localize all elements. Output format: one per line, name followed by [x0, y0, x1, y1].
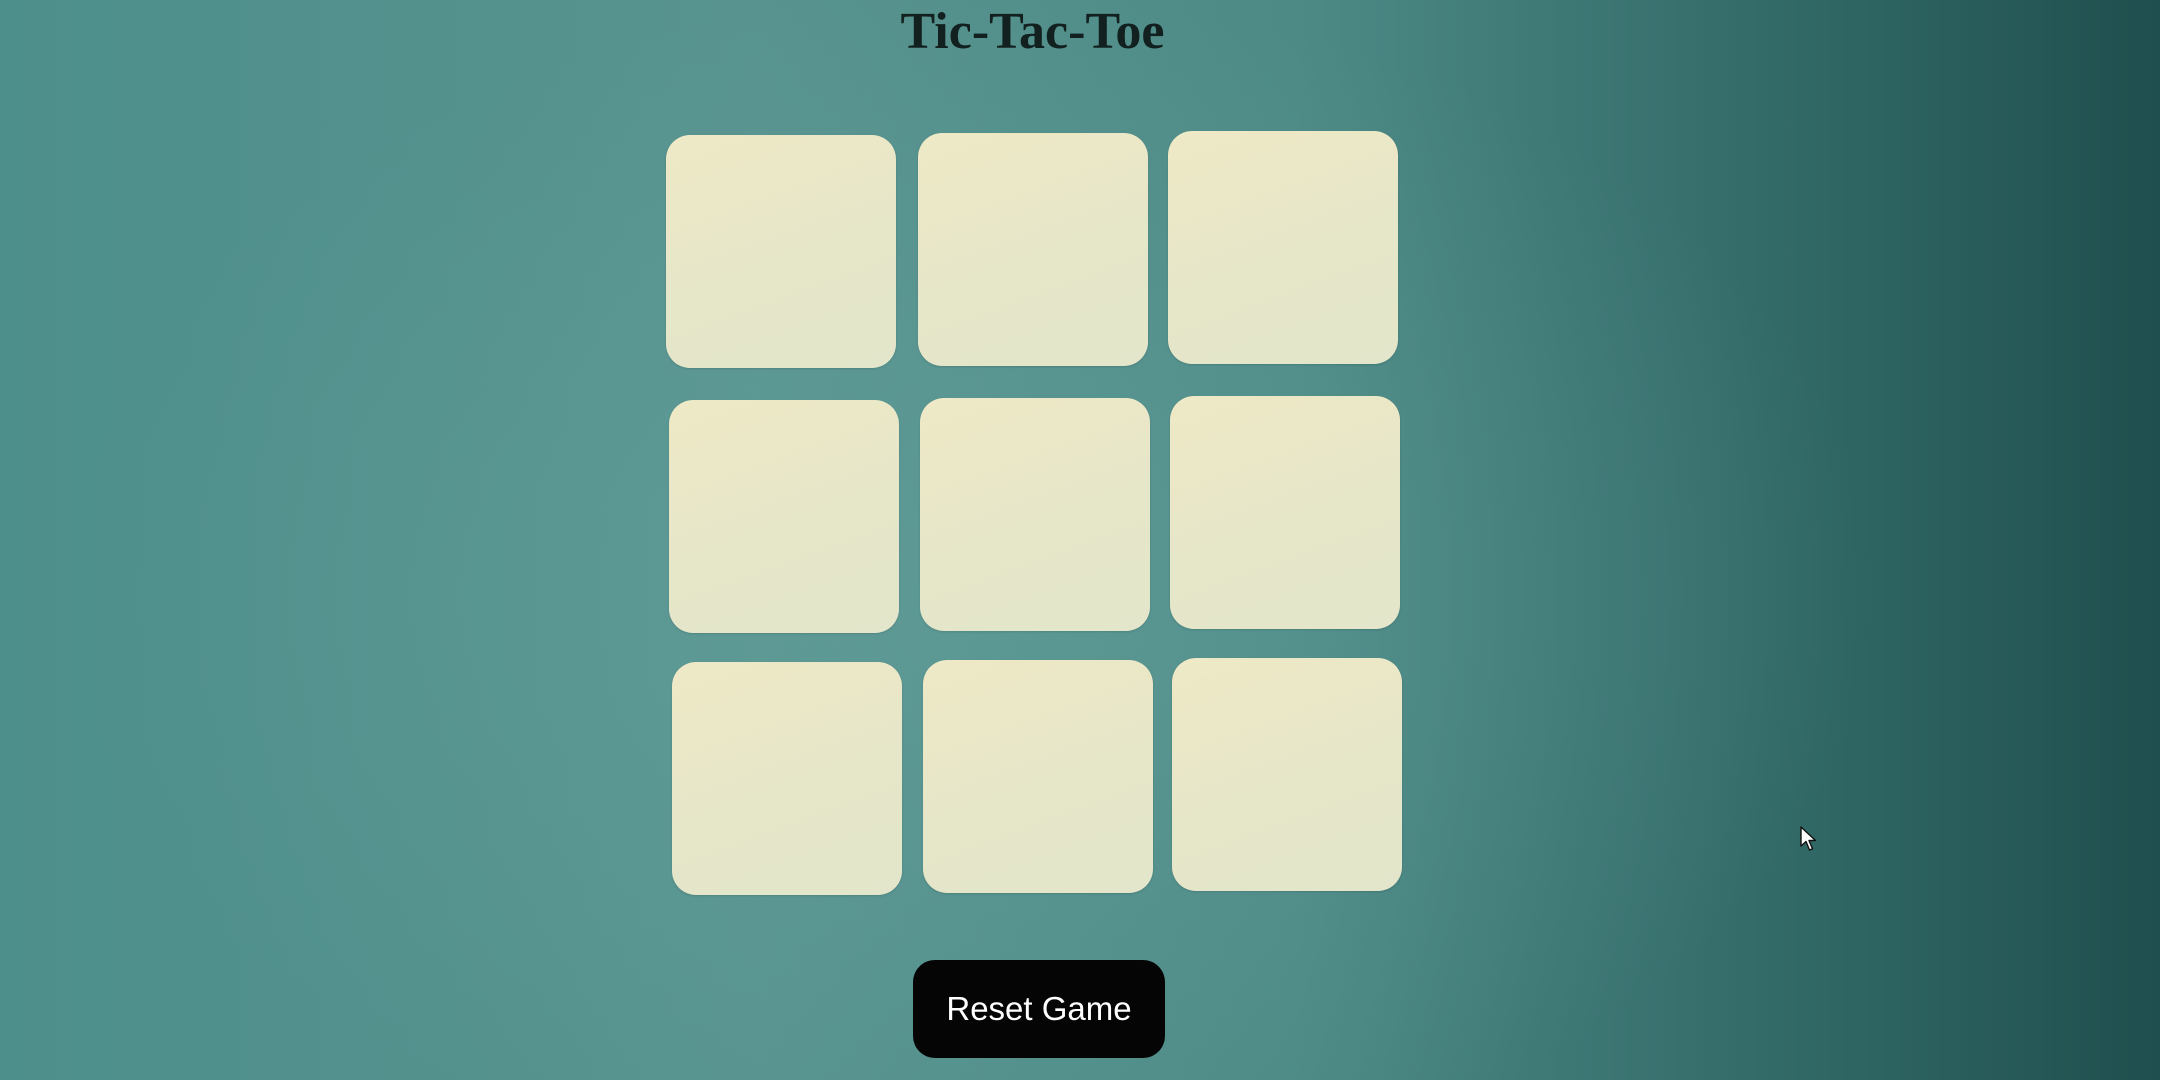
- board-cell-8[interactable]: [923, 660, 1153, 893]
- mouse-pointer-icon: [1800, 826, 1817, 851]
- board-cell-9[interactable]: [1172, 658, 1402, 891]
- board-cell-1[interactable]: [666, 135, 896, 368]
- game-board: [666, 131, 1403, 895]
- board-cell-5[interactable]: [920, 398, 1150, 631]
- reset-game-button[interactable]: Reset Game: [913, 960, 1165, 1058]
- board-cell-6[interactable]: [1170, 396, 1400, 629]
- page-title: Tic-Tac-Toe: [900, 3, 1165, 60]
- board-cell-7[interactable]: [672, 662, 902, 895]
- board-cell-4[interactable]: [669, 400, 899, 633]
- board-cell-3[interactable]: [1168, 131, 1398, 364]
- board-cell-2[interactable]: [918, 133, 1148, 366]
